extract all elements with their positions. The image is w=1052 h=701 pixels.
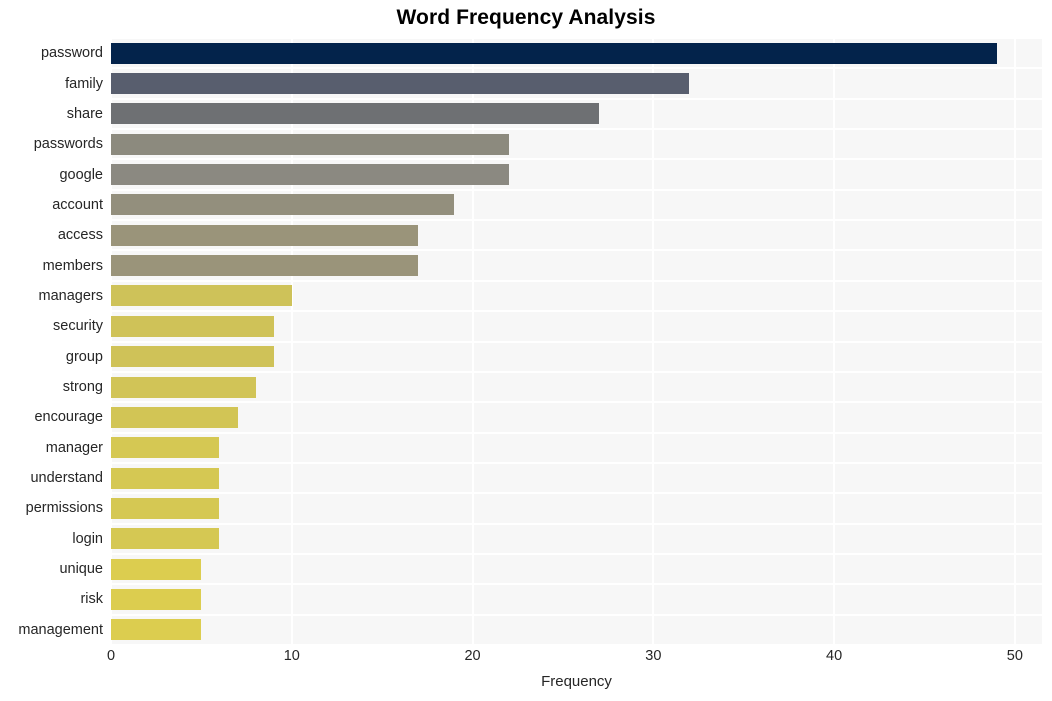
y-axis-tick-label: password	[40, 45, 103, 62]
y-gridline	[111, 370, 1042, 373]
bar[interactable]	[111, 619, 202, 641]
x-axis-tick-label: 10	[283, 648, 300, 664]
y-axis-tick-label: encourage	[34, 409, 103, 426]
bar[interactable]	[111, 103, 600, 125]
y-gridline	[111, 431, 1042, 434]
bar[interactable]	[111, 528, 220, 550]
y-gridline	[111, 613, 1042, 616]
y-gridline	[111, 461, 1042, 464]
bar[interactable]	[111, 437, 220, 459]
y-axis-tick-label: passwords	[33, 136, 103, 153]
x-axis-tick-label: 30	[645, 648, 662, 664]
x-axis-tick-labels: 0 10 20 30 40 50	[0, 648, 1052, 670]
bar[interactable]	[111, 315, 274, 337]
y-gridline	[111, 279, 1042, 282]
y-gridline	[111, 644, 1042, 646]
y-gridline	[111, 67, 1042, 70]
x-axis-title: Frequency	[541, 673, 612, 690]
x-axis-tick-label: 40	[826, 648, 843, 664]
y-axis-tick-label: members	[42, 257, 103, 274]
bar[interactable]	[111, 42, 997, 64]
bar[interactable]	[111, 346, 274, 368]
y-gridline	[111, 583, 1042, 586]
y-axis-tick-label: managers	[38, 287, 103, 304]
plot-area	[110, 37, 1042, 646]
y-axis-tick-label: manager	[45, 439, 103, 456]
y-gridline	[111, 188, 1042, 191]
y-gridline	[111, 37, 1042, 39]
bar[interactable]	[111, 194, 455, 216]
x-axis-tick-label: 0	[106, 648, 116, 664]
y-gridline	[111, 249, 1042, 252]
bar[interactable]	[111, 497, 220, 519]
y-gridline	[111, 97, 1042, 100]
y-axis-tick-label: family	[65, 75, 103, 92]
y-axis-tick-label: security	[53, 318, 103, 335]
bar[interactable]	[111, 406, 238, 428]
chart-title: Word Frequency Analysis	[396, 6, 656, 29]
bar[interactable]	[111, 285, 292, 307]
y-gridline	[111, 128, 1042, 131]
y-axis-tick-label: permissions	[25, 500, 103, 517]
y-axis-tick-label: login	[72, 530, 103, 547]
bar[interactable]	[111, 133, 509, 155]
y-gridline	[111, 401, 1042, 404]
y-gridline	[111, 158, 1042, 161]
bar[interactable]	[111, 224, 419, 246]
y-axis-tick-label: account	[52, 196, 103, 213]
x-axis-tick-label: 50	[1006, 648, 1023, 664]
y-axis-tick-label: access	[57, 227, 103, 244]
y-axis-tick-label: unique	[59, 561, 103, 578]
x-axis-tick-label: 20	[464, 648, 481, 664]
bar[interactable]	[111, 255, 419, 277]
y-axis-tick-labels: password family share passwords google accoun…	[0, 38, 103, 645]
y-gridline	[111, 552, 1042, 555]
bar[interactable]	[111, 164, 509, 186]
bar[interactable]	[111, 558, 202, 580]
y-gridline	[111, 340, 1042, 343]
bar[interactable]	[111, 467, 220, 489]
word-frequency-chart: Word Frequency Analysis password family sh…	[0, 0, 1052, 701]
y-axis-tick-label: group	[65, 348, 103, 365]
y-gridline	[111, 310, 1042, 313]
y-axis-tick-label: share	[66, 105, 103, 122]
bar[interactable]	[111, 588, 202, 610]
y-axis-tick-label: management	[18, 621, 103, 638]
y-gridline	[111, 522, 1042, 525]
y-axis-tick-label: risk	[80, 591, 103, 608]
y-axis-tick-label: strong	[62, 379, 103, 396]
bar[interactable]	[111, 73, 690, 95]
y-gridline	[111, 219, 1042, 222]
y-axis-tick-label: google	[59, 166, 103, 183]
y-gridline	[111, 492, 1042, 495]
bar[interactable]	[111, 376, 256, 398]
y-axis-tick-label: understand	[30, 470, 103, 487]
